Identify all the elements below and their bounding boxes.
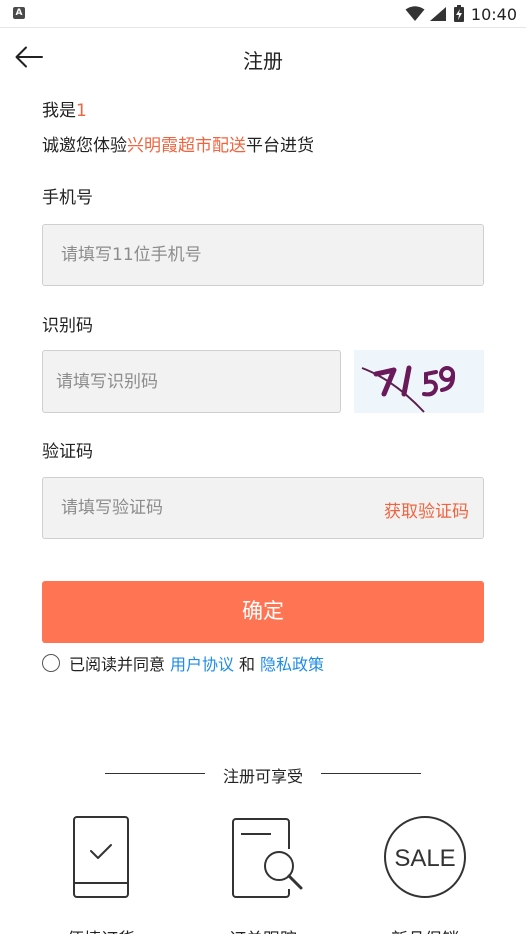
agreement-row: 已阅读并同意 用户协议 和 隐私政策 [42,651,324,675]
intro-prefix: 我是 [42,101,76,121]
status-time: 10:40 [470,4,517,24]
agreement-prefix: 已阅读并同意 [69,655,166,674]
intro-line-1: 我是1 [42,96,87,121]
verify-input[interactable] [43,478,363,538]
captcha-label: 识别码 [42,316,93,336]
privacy-policy-link[interactable]: 隐私政策 [260,651,324,675]
confirm-button[interactable]: 确定 [42,581,484,643]
app-notification-icon: A [13,7,25,19]
benefits-heading: 注册可享受 [105,762,421,786]
phone-input[interactable] [43,225,483,285]
benefits-title: 注册可享受 [222,767,303,786]
phone-field[interactable] [42,224,484,286]
document-search-icon [232,818,303,898]
tablet-check-icon [73,816,129,898]
status-bar: A 10:40 [0,0,526,28]
agreement-and: 和 [239,655,256,674]
benefit-label: 便捷订货 [46,925,156,934]
divider-right [321,773,421,774]
captcha-image[interactable] [354,350,484,413]
phone-label: 手机号 [42,188,93,208]
benefit-item: 订单跟踪 [208,815,318,934]
intro-invite-text: 诚邀您体验 [42,136,127,156]
benefit-item: 便捷订货 [46,815,156,934]
captcha-graphic [361,365,456,413]
page-title: 注册 [243,49,283,73]
brand-name: 兴明霞超市配送 [127,136,246,156]
header: 注册 [0,28,526,90]
verify-field[interactable]: 获取验证码 [42,477,484,539]
user-agreement-link[interactable]: 用户协议 [170,651,234,675]
benefit-label: 新品促销 [370,925,480,934]
benefit-label: 订单跟踪 [208,925,318,934]
sale-badge-icon: SALE [384,816,466,898]
wifi-icon [405,6,425,21]
status-indicators: 10:40 [405,3,517,25]
agree-checkbox[interactable] [42,654,60,672]
intro-suffix-text: 平台进货 [246,136,314,156]
intro-line-2: 诚邀您体验兴明霞超市配送平台进货 [42,131,314,156]
captcha-input[interactable] [43,351,340,412]
svg-text:SALE: SALE [394,845,455,872]
benefit-item: SALE 新品促销 [370,815,480,934]
verify-label: 验证码 [42,442,93,462]
register-screen: A 10:40 注册 我是1 诚邀您体验兴明霞超市配送平台进货 手机号 请填写1… [0,0,526,934]
get-code-button[interactable]: 获取验证码 [384,497,469,522]
captcha-field[interactable] [42,350,341,413]
cell-signal-icon [429,7,446,21]
battery-charging-icon [453,5,464,22]
inviter-value: 1 [76,101,87,121]
